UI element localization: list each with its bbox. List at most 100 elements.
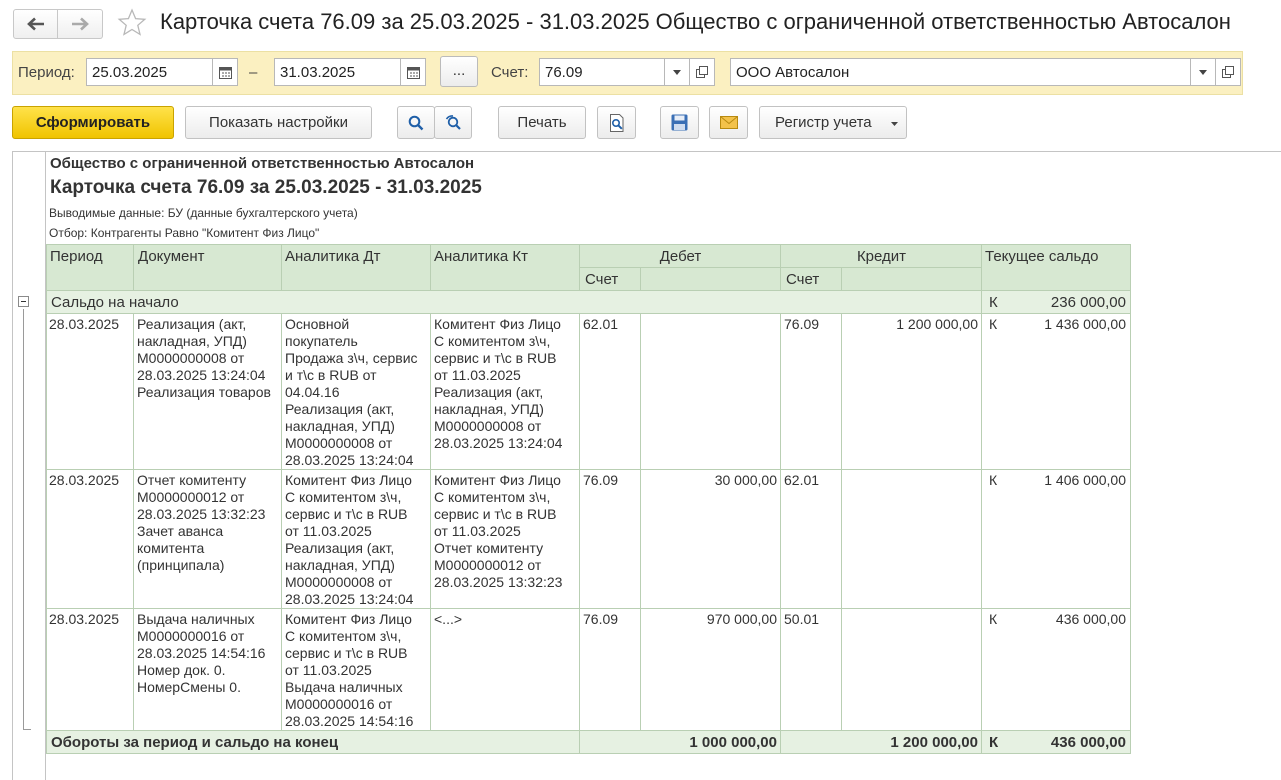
- report-title: Карточка счета 76.09 за 25.03.2025 - 31.…: [50, 177, 482, 198]
- organization-dropdown-button[interactable]: [1190, 58, 1216, 86]
- period-dash: –: [249, 64, 258, 81]
- print-button[interactable]: Печать: [498, 106, 586, 139]
- row-document: Выдача наличных М0000000016 от 28.03.202…: [137, 611, 266, 695]
- envelope-icon: [719, 116, 738, 129]
- period-select-button[interactable]: ...: [440, 56, 478, 87]
- row-analytics-kt: Комитент Физ Лицо С комитентом з\ч, серв…: [434, 472, 563, 590]
- report-filter: Отбор: Контрагенты Равно "Комитент Физ Л…: [49, 226, 320, 240]
- save-button[interactable]: [660, 106, 699, 139]
- calendar-icon: [218, 66, 232, 79]
- search-button[interactable]: [397, 106, 435, 139]
- header-debit: Дебет: [659, 248, 702, 265]
- header-document: Документ: [138, 248, 205, 265]
- header-period: Период: [50, 248, 103, 265]
- search-icon: [408, 115, 424, 130]
- totals-label: Обороты за период и сальдо на конец: [51, 734, 339, 751]
- opening-direction: К: [989, 294, 998, 311]
- account-dropdown-button[interactable]: [664, 58, 690, 86]
- search-settings-button[interactable]: [434, 106, 472, 139]
- row-balance: 1 436 000,00: [1044, 316, 1126, 332]
- show-settings-button[interactable]: Показать настройки: [185, 106, 372, 139]
- register-button-label: Регистр учета: [775, 114, 872, 131]
- grid-line: [579, 244, 580, 290]
- totals-debit: 1 000 000,00: [689, 734, 777, 751]
- register-dropdown-button[interactable]: Регистр учета: [759, 106, 907, 139]
- date-to-input[interactable]: 31.03.2025: [274, 58, 401, 86]
- print-preview-button[interactable]: [597, 106, 636, 139]
- grid-line: [640, 267, 641, 290]
- chevron-down-icon: [891, 122, 898, 126]
- calendar-icon: [406, 66, 420, 79]
- organization-input[interactable]: ООО Автосалон: [730, 58, 1191, 86]
- row-analytics-dt: Основной покупатель Продажа з\ч, сервис …: [285, 316, 418, 468]
- grid-line: [579, 313, 580, 753]
- header-analytics-dt: Аналитика Дт: [285, 248, 381, 265]
- send-email-button[interactable]: [709, 106, 748, 139]
- row-credit-sum: 1 200 000,00: [896, 316, 978, 332]
- period-label: Период:: [18, 64, 75, 81]
- window-title: Карточка счета 76.09 за 25.03.2025 - 31.…: [160, 9, 1231, 34]
- grid-line: [46, 469, 1131, 470]
- row-debit-sum: 970 000,00: [706, 611, 777, 627]
- calendar-from-button[interactable]: [212, 58, 238, 86]
- row-debit-account: 76.09: [583, 472, 619, 488]
- favorite-star-icon[interactable]: [117, 8, 147, 43]
- row-balance-direction: К: [989, 472, 998, 488]
- header-analytics-kt: Аналитика Кт: [434, 248, 529, 265]
- opening-label: Сальдо на начало: [51, 294, 179, 311]
- group-tree-line-end: [23, 729, 31, 730]
- row-analytics-dt: Комитент Физ Лицо С комитентом з\ч, серв…: [285, 472, 414, 607]
- date-from-input[interactable]: 25.03.2025: [86, 58, 213, 86]
- organization-open-button[interactable]: [1215, 58, 1241, 86]
- row-credit-sum: [841, 470, 981, 474]
- grid-line: [133, 313, 134, 730]
- grid-line: [780, 244, 781, 290]
- row-debit-sum: [640, 314, 780, 318]
- grid-line: [46, 730, 1131, 731]
- account-label: Счет:: [491, 64, 529, 81]
- row-period: 28.03.2025: [49, 472, 120, 488]
- grid-line: [46, 244, 47, 753]
- grid-line: [133, 244, 134, 290]
- row-credit-account: 62.01: [784, 472, 820, 488]
- chevron-down-icon: [1199, 69, 1207, 75]
- header-debit-account: Счет: [585, 271, 619, 288]
- grid-line: [841, 267, 842, 290]
- row-balance: 1 406 000,00: [1044, 472, 1126, 488]
- totals-direction: К: [989, 734, 999, 751]
- grid-line: [46, 608, 1131, 609]
- row-credit-sum: [841, 609, 981, 613]
- generate-button[interactable]: Сформировать: [12, 106, 174, 139]
- collapse-group-icon[interactable]: [18, 296, 29, 307]
- row-document: Реализация (акт, накладная, УПД) М000000…: [137, 316, 271, 400]
- row-credit-account: 76.09: [784, 316, 820, 332]
- row-document: Отчет комитенту М0000000012 от 28.03.202…: [137, 472, 266, 573]
- grid-line: [46, 244, 1131, 245]
- grid-line: [46, 753, 1131, 754]
- forward-button[interactable]: [58, 9, 103, 39]
- grid-line: [281, 244, 282, 290]
- header-balance: Текущее сальдо: [985, 248, 1099, 265]
- report-left-border: [12, 151, 13, 780]
- group-tree-line: [23, 309, 24, 730]
- back-button[interactable]: [13, 9, 58, 39]
- account-open-button[interactable]: [689, 58, 715, 86]
- row-credit-account: 50.01: [784, 611, 820, 627]
- account-input[interactable]: 76.09: [539, 58, 666, 86]
- report-organization: Общество с ограниченной ответственностью…: [50, 155, 475, 172]
- row-analytics-kt: Комитент Физ Лицо С комитентом з\ч, серв…: [434, 316, 563, 451]
- report-top-border: [12, 151, 1281, 152]
- totals-credit: 1 200 000,00: [890, 734, 978, 751]
- open-window-icon: [1222, 66, 1234, 78]
- row-balance-direction: К: [989, 316, 998, 332]
- row-period: 28.03.2025: [49, 316, 120, 332]
- chevron-down-icon: [673, 69, 681, 75]
- calendar-to-button[interactable]: [400, 58, 426, 86]
- grid-line: [780, 313, 781, 753]
- grid-line: [46, 313, 1131, 314]
- search-refresh-icon: [445, 114, 461, 130]
- row-balance: 436 000,00: [1055, 611, 1126, 627]
- header-credit: Кредит: [856, 248, 907, 265]
- opening-balance: 236 000,00: [1050, 294, 1126, 311]
- header-credit-account: Счет: [786, 271, 820, 288]
